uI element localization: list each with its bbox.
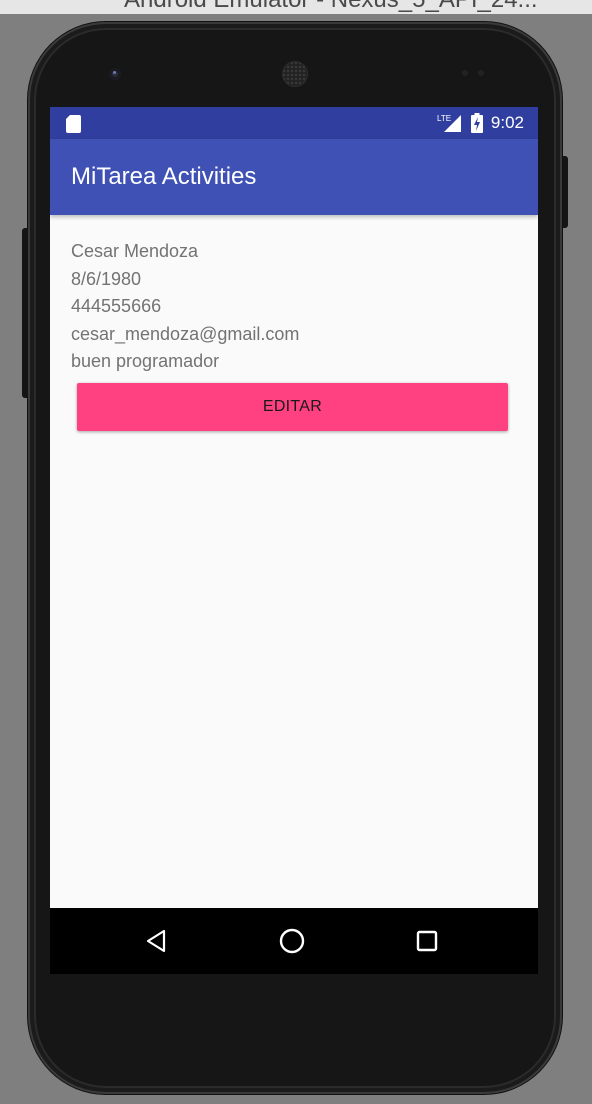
edit-button[interactable]: EDITAR xyxy=(77,383,508,431)
profile-birth-date: 8/6/1980 xyxy=(71,268,142,289)
navigation-bar xyxy=(50,908,538,974)
home-button[interactable] xyxy=(276,925,308,957)
signal-icon: LTE xyxy=(437,114,461,132)
front-camera-icon xyxy=(109,68,121,80)
profile-name: Cesar Mendoza xyxy=(71,241,199,261)
volume-button[interactable] xyxy=(22,228,28,398)
toolbar-title: MiTarea Activities xyxy=(71,163,257,190)
profile-phone: 444555666 xyxy=(71,296,162,316)
back-button[interactable] xyxy=(141,925,173,957)
network-type-label: LTE xyxy=(437,114,451,123)
status-clock: 9:02 xyxy=(490,113,524,132)
emulator-titlebar: Android Emulator - Nexus_5_API_24... xyxy=(0,0,592,14)
app-toolbar: MiTarea Activities xyxy=(50,139,538,215)
back-triangle-icon xyxy=(146,929,166,953)
device-screen: LTE 9:02 MiTarea Activities Cesar Mendoz… xyxy=(50,107,538,974)
sd-card-icon xyxy=(66,115,81,133)
recents-button[interactable] xyxy=(411,925,443,957)
recents-square-icon xyxy=(416,930,438,952)
profile-email: cesar_mendoza@gmail.com xyxy=(71,323,300,344)
earpiece-speaker-icon xyxy=(282,61,308,87)
status-indicators: LTE 9:02 xyxy=(437,107,524,139)
light-sensor-icon xyxy=(478,70,484,76)
emulator-window-title: Android Emulator - Nexus_5_API_24... xyxy=(124,0,538,14)
power-button[interactable] xyxy=(562,156,568,228)
status-bar: LTE 9:02 xyxy=(50,107,538,139)
home-circle-icon xyxy=(279,928,305,954)
profile-description: buen programador xyxy=(71,351,220,371)
proximity-sensor-icon xyxy=(462,70,468,76)
battery-charging-icon xyxy=(470,113,483,133)
profile-details: Cesar Mendoza 8/6/1980 444555666 cesar_m… xyxy=(71,238,299,376)
